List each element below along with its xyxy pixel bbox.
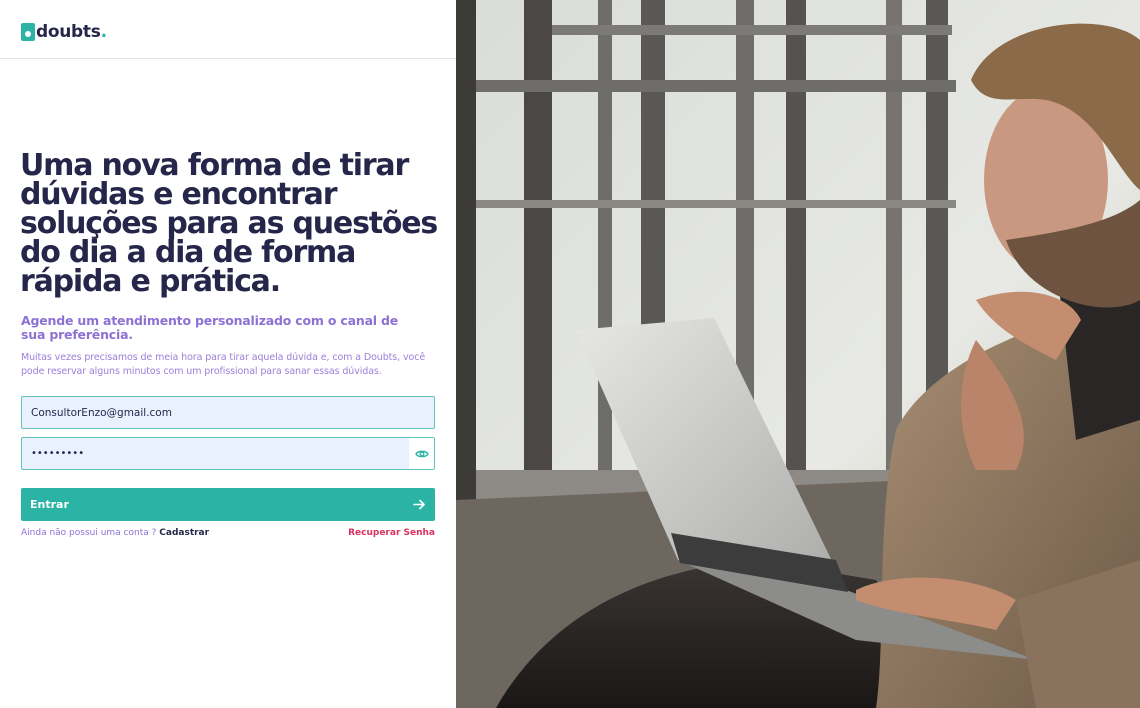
page-subheadline: Agende um atendimento personalizado com …: [21, 313, 399, 342]
page-description: Muitas vezes precisamos de meia hora par…: [21, 352, 426, 377]
submit-button[interactable]: Entrar: [21, 488, 435, 521]
eye-icon: [414, 450, 429, 457]
recover-password-link[interactable]: Recuperar Senha: [300, 528, 435, 538]
page-headline: Uma nova forma de tirar dúvidas e encont…: [20, 148, 438, 299]
hero-photo: [456, 0, 1140, 708]
header-bar: doubts.: [0, 0, 456, 59]
submit-button-label: Entrar: [30, 498, 69, 511]
brand-logo[interactable]: doubts.: [21, 19, 107, 41]
toggle-password-button[interactable]: [409, 438, 434, 469]
password-field-wrapper: [21, 437, 435, 470]
signup-link[interactable]: Cadastrar: [159, 528, 209, 538]
logo-mark-icon: [21, 23, 35, 41]
hero-photo-illustration: [456, 0, 1140, 708]
brand-name: doubts: [36, 22, 101, 42]
brand-dot: .: [100, 22, 108, 42]
signup-row: Ainda não possui uma conta ? Cadastrar: [21, 528, 209, 538]
signup-prompt: Ainda não possui uma conta ?: [21, 528, 157, 538]
arrow-right-icon: [413, 499, 425, 510]
login-panel: doubts. Uma nova forma de tirar dúvidas …: [0, 0, 456, 708]
email-field[interactable]: [21, 396, 435, 429]
password-field[interactable]: [22, 438, 410, 469]
